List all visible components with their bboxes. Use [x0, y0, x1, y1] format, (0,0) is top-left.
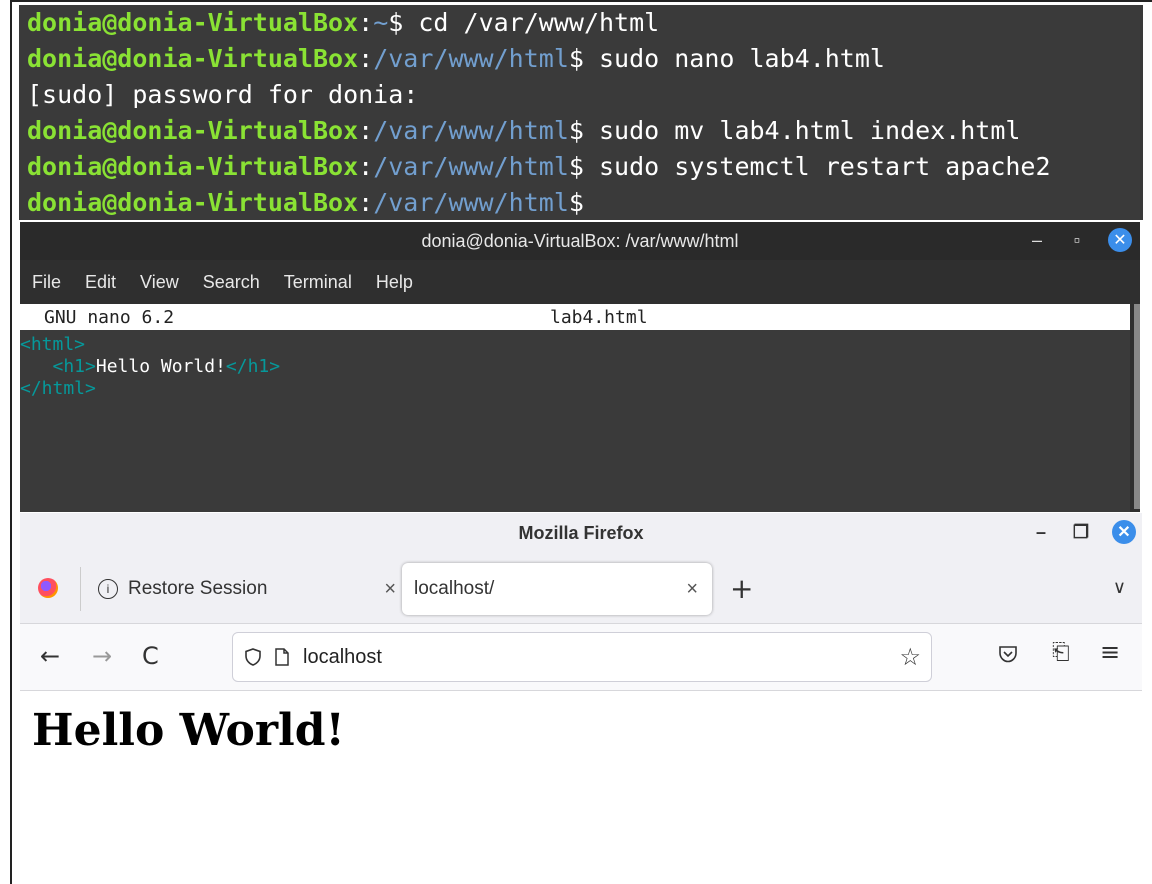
- maximize-icon[interactable]: ▫: [1068, 230, 1086, 251]
- forward-arrow-icon[interactable]: →: [92, 642, 112, 670]
- page-content: Hello World!: [20, 691, 1142, 770]
- menu-file[interactable]: File: [32, 272, 61, 293]
- pocket-icon[interactable]: [998, 644, 1018, 664]
- terminal-log: donia@donia-VirtualBox:~$ cd /var/www/ht…: [19, 5, 1143, 220]
- code-line: </html>: [20, 378, 96, 399]
- document-border-left: [10, 0, 12, 884]
- nano-header: GNU nano 6.2 lab4.html: [20, 304, 1130, 330]
- url-text: localhost: [303, 645, 382, 668]
- bookmark-star-icon[interactable]: ☆: [899, 643, 921, 672]
- extensions-icon[interactable]: ⎗: [1052, 640, 1070, 665]
- nano-editor[interactable]: <html> <h1>Hello World!</h1> </html>: [20, 330, 1130, 512]
- address-bar[interactable]: localhost ☆: [232, 632, 932, 682]
- page-icon: [275, 648, 289, 666]
- tab-close-icon[interactable]: ×: [686, 578, 698, 601]
- nano-terminal-window: donia@donia-VirtualBox: /var/www/html – …: [20, 222, 1140, 512]
- terminal-line: donia@donia-VirtualBox:/var/www/html$ su…: [27, 152, 1051, 181]
- tab-divider: [80, 567, 81, 611]
- terminal-sudo-prompt: [sudo] password for donia:: [27, 80, 419, 109]
- document-border-top: [10, 0, 1152, 2]
- menu-edit[interactable]: Edit: [85, 272, 116, 293]
- menu-search[interactable]: Search: [203, 272, 260, 293]
- terminal-line: donia@donia-VirtualBox:/var/www/html$ su…: [27, 116, 1021, 145]
- tab-label: Restore Session: [128, 578, 268, 599]
- terminal-line: donia@donia-VirtualBox:~$ cd /var/www/ht…: [27, 8, 660, 37]
- shield-icon: [245, 648, 261, 666]
- firefox-logo-icon: [38, 578, 58, 598]
- menu-view[interactable]: View: [140, 272, 179, 293]
- firefox-window: Mozilla Firefox – ❐ ✕ i Restore Session …: [20, 513, 1142, 884]
- code-line: <h1>Hello World!</h1>: [20, 356, 281, 377]
- menu-terminal[interactable]: Terminal: [284, 272, 352, 293]
- tab-close-icon[interactable]: ×: [384, 578, 396, 601]
- tab-restore-session[interactable]: i Restore Session ×: [90, 563, 396, 615]
- hamburger-menu-icon[interactable]: ≡: [1100, 638, 1120, 666]
- restore-icon[interactable]: ❐: [1072, 522, 1090, 543]
- terminal-menubar: File Edit View Search Terminal Help: [20, 260, 1140, 304]
- navigation-toolbar: ← → C localhost ☆ ⎗ ≡: [20, 624, 1142, 691]
- nano-filename: lab4.html: [550, 306, 648, 328]
- firefox-titlebar: Mozilla Firefox – ❐ ✕: [20, 513, 1142, 553]
- tab-localhost[interactable]: localhost/ ×: [402, 563, 712, 615]
- window-title: donia@donia-VirtualBox: /var/www/html: [421, 230, 739, 251]
- reload-icon[interactable]: C: [142, 642, 159, 670]
- menu-help[interactable]: Help: [376, 272, 413, 293]
- tab-label: localhost/: [414, 578, 495, 599]
- close-icon[interactable]: ✕: [1108, 228, 1132, 252]
- back-arrow-icon[interactable]: ←: [40, 642, 60, 670]
- code-line: <html>: [20, 334, 86, 355]
- terminal-line: donia@donia-VirtualBox:/var/www/html$ su…: [27, 44, 885, 73]
- window-titlebar: donia@donia-VirtualBox: /var/www/html – …: [20, 222, 1140, 260]
- close-icon[interactable]: ✕: [1112, 520, 1136, 544]
- minimize-icon[interactable]: –: [1028, 230, 1046, 251]
- new-tab-button[interactable]: +: [730, 575, 753, 603]
- info-icon: i: [98, 579, 118, 599]
- terminal-line: donia@donia-VirtualBox:/var/www/html$: [27, 188, 584, 217]
- tab-bar: i Restore Session × localhost/ × + ∨: [20, 553, 1142, 624]
- scrollbar[interactable]: [1134, 304, 1140, 509]
- page-heading: Hello World!: [32, 705, 345, 756]
- nano-version: GNU nano 6.2: [44, 306, 175, 328]
- firefox-title: Mozilla Firefox: [518, 522, 644, 543]
- minimize-icon[interactable]: –: [1032, 522, 1050, 543]
- chevron-down-icon[interactable]: ∨: [1113, 577, 1126, 598]
